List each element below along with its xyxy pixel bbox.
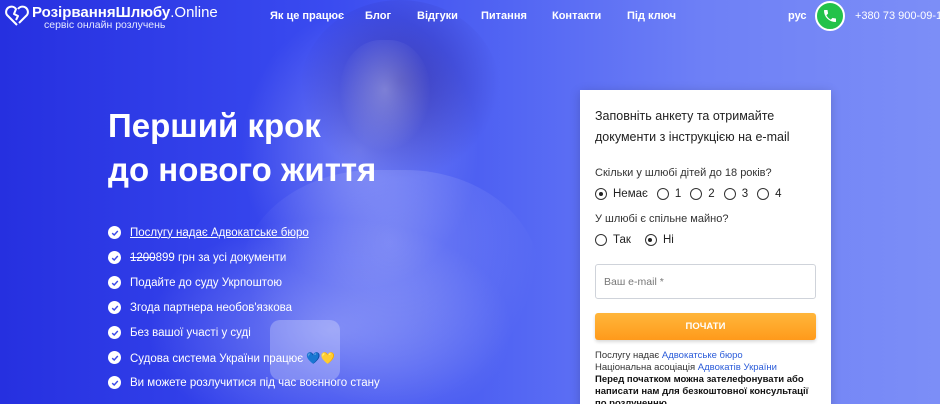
- benefit-text: Ви можете розлучитися під час воєнного с…: [130, 376, 380, 389]
- email-field[interactable]: [595, 264, 816, 299]
- association-line: Національна асоціація Адвокатів України: [595, 362, 816, 374]
- nav-reviews[interactable]: Відгуки: [417, 10, 458, 22]
- benefit-text: Судова система України працює 💙💛: [130, 352, 336, 365]
- property-option-yes[interactable]: Так: [595, 234, 631, 246]
- children-option-none[interactable]: Немає: [595, 188, 648, 200]
- nav-blog[interactable]: Блог: [365, 10, 391, 22]
- children-option-4[interactable]: 4: [757, 188, 782, 200]
- property-radio-group: Так Ні: [595, 233, 816, 247]
- radio-label: Так: [613, 234, 631, 246]
- children-radio-group: Немає 1 2 3 4: [595, 187, 816, 201]
- provider-line: Послугу надає Адвокатське бюро: [595, 350, 816, 362]
- property-option-no[interactable]: Ні: [644, 234, 674, 246]
- language-switch[interactable]: рус: [788, 10, 807, 22]
- benefit-item: Без вашої участі у суді: [108, 320, 380, 345]
- benefit-item: Судова система України працює 💙💛: [108, 345, 380, 370]
- benefit-text: Без вашої участі у суді: [130, 326, 251, 339]
- radio[interactable]: [595, 234, 607, 246]
- association-link[interactable]: Адвокатів України: [698, 362, 777, 373]
- radio-selected[interactable]: [595, 188, 607, 200]
- children-option-3[interactable]: 3: [723, 188, 749, 200]
- headline-line-2: до нового життя: [108, 151, 377, 188]
- radio[interactable]: [656, 188, 669, 200]
- questionnaire-form: Заповніть анкету та отримайте документи …: [580, 90, 831, 404]
- benefit-bureau-link[interactable]: Послугу надає Адвокатське бюро: [130, 227, 309, 239]
- provider-prefix: Послугу надає: [595, 350, 662, 361]
- call-button[interactable]: [815, 1, 845, 31]
- consultation-note-text: Перед початком можна зателефонувати або …: [595, 374, 809, 404]
- phone-icon: [824, 10, 836, 22]
- phone-number[interactable]: +380 73 900-09-12: [855, 10, 940, 22]
- benefit-item: Подайте до суду Укрпоштою: [108, 270, 380, 295]
- children-option-2[interactable]: 2: [690, 188, 715, 200]
- nav-turnkey[interactable]: Під ключ: [627, 10, 676, 22]
- site-header: РозірванняШлюбу.Online сервіс онлайн роз…: [0, 0, 940, 34]
- hero-headline: Перший крок до нового життя: [108, 104, 376, 192]
- radio-label: 3: [741, 188, 749, 200]
- benefit-price: 899 грн за усі документи: [155, 251, 287, 264]
- consultation-note: Перед початком можна зателефонувати або …: [595, 374, 816, 404]
- radio[interactable]: [690, 188, 703, 200]
- radio-label: Ні: [662, 234, 674, 246]
- children-question: Скільки у шлюбі дітей до 18 років?: [595, 167, 772, 179]
- benefit-text: Подайте до суду Укрпоштою: [130, 276, 282, 289]
- check-icon: [108, 301, 121, 314]
- check-icon: [108, 326, 121, 339]
- radio-label: 4: [775, 188, 782, 200]
- start-button[interactable]: ПОЧАТИ: [595, 313, 816, 340]
- benefit-item: Послугу надає Адвокатське бюро: [108, 220, 380, 245]
- headline-line-1: Перший крок: [108, 107, 321, 144]
- association-prefix: Національна асоціація: [595, 362, 698, 373]
- nav-how-it-works[interactable]: Як це працює: [270, 10, 344, 22]
- old-price: 1200: [130, 251, 156, 264]
- nav-questions[interactable]: Питання: [481, 10, 527, 22]
- radio-label: Немає: [613, 188, 648, 200]
- property-question: У шлюбі є спільне майно?: [595, 213, 729, 225]
- radio-label: 2: [708, 188, 715, 200]
- check-icon: [108, 226, 121, 239]
- benefit-item: 1200 899 грн за усі документи: [108, 245, 380, 270]
- check-icon: [108, 351, 121, 364]
- check-icon: [108, 376, 121, 389]
- children-option-1[interactable]: 1: [656, 188, 682, 200]
- nav-contacts[interactable]: Контакти: [552, 10, 601, 22]
- radio-label: 1: [674, 188, 682, 200]
- bureau-link[interactable]: Адвокатське бюро: [662, 350, 743, 361]
- check-icon: [108, 276, 121, 289]
- radio-selected[interactable]: [644, 234, 657, 246]
- check-icon: [108, 251, 121, 264]
- benefit-item: Ви можете розлучитися під час воєнного с…: [108, 370, 380, 395]
- benefit-text: Згода партнера необов'язкова: [130, 301, 292, 314]
- radio[interactable]: [723, 188, 736, 200]
- radio[interactable]: [757, 188, 770, 200]
- form-title: Заповніть анкету та отримайте документи …: [595, 109, 790, 144]
- benefits-list: Послугу надає Адвокатське бюро 1200 899 …: [108, 220, 380, 395]
- benefit-item: Згода партнера необов'язкова: [108, 295, 380, 320]
